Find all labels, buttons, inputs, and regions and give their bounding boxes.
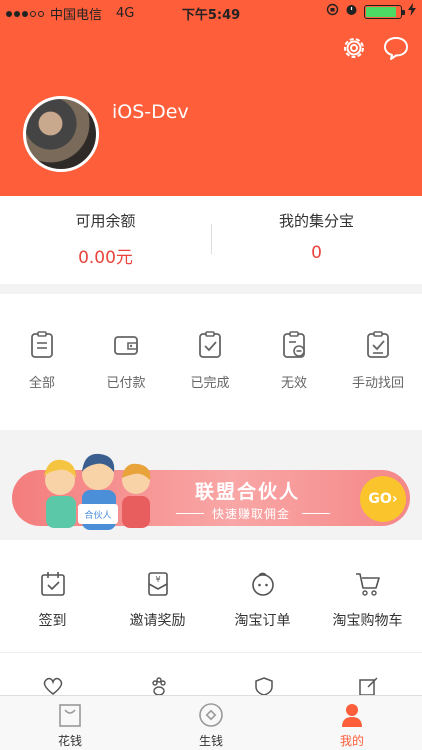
available-balance[interactable]: 可用余额 0.00元 — [0, 210, 211, 268]
clipboard-retrieve-icon — [364, 330, 392, 360]
gear-icon[interactable] — [340, 34, 368, 62]
tools-row-2 — [0, 653, 422, 696]
available-balance-label: 可用余额 — [75, 212, 136, 230]
points-label: 我的集分宝 — [278, 212, 354, 230]
paw-icon[interactable] — [148, 677, 170, 696]
alarm-icon — [345, 3, 358, 20]
partner-sign-text: 合伙人 — [84, 509, 111, 521]
go-label: GO — [368, 491, 392, 507]
order-all-label: 全部 — [28, 376, 55, 391]
calendar-check-icon — [39, 570, 67, 598]
tool-sign-in[interactable]: 签到 — [0, 570, 105, 630]
clipboard-icon — [28, 330, 56, 360]
order-paid[interactable]: 已付款 — [84, 330, 168, 391]
edit-icon[interactable] — [358, 677, 380, 696]
balance-panel: 可用余额 0.00元 我的集分宝 0 — [0, 196, 422, 284]
battery-icon — [364, 4, 405, 19]
order-invalid[interactable]: 无效 — [252, 330, 336, 391]
cart-icon — [354, 570, 382, 598]
tool-taobao-cart-label: 淘宝购物车 — [332, 613, 403, 629]
tab-spend[interactable]: 花钱 — [0, 702, 140, 749]
status-bar: 中国电信 4G 下午5:49 — [0, 0, 422, 24]
banner-line-right — [302, 513, 330, 514]
tool-invite-reward-label: 邀请奖励 — [129, 613, 186, 629]
coin-icon — [198, 702, 224, 728]
order-paid-label: 已付款 — [106, 376, 146, 391]
banner-line-left — [176, 513, 204, 514]
banner-subtitle: 快速赚取佣金 — [212, 507, 291, 521]
tab-mine[interactable]: 我的 — [282, 702, 422, 749]
tab-bar: 花钱 生钱 我的 — [0, 695, 422, 750]
order-all[interactable]: 全部 — [0, 330, 84, 391]
tool-taobao-orders[interactable]: 淘宝订单 — [210, 570, 315, 630]
tab-spend-label: 花钱 — [57, 734, 82, 748]
points-balance[interactable]: 我的集分宝 0 — [211, 210, 422, 263]
username: iOS-Dev — [112, 101, 189, 123]
tool-sign-in-label: 签到 — [38, 613, 67, 629]
tool-taobao-orders-label: 淘宝订单 — [234, 613, 291, 629]
taobao-face-icon — [249, 570, 277, 598]
go-button[interactable]: GO › — [360, 476, 406, 522]
tools-panel: 签到 ¥ 邀请奖励 淘宝订单 淘宝购物车 — [0, 540, 422, 652]
red-envelope-icon: ¥ — [144, 570, 172, 598]
order-retrieve-label: 手动找回 — [351, 376, 404, 391]
message-icon[interactable] — [382, 34, 410, 62]
tool-invite-reward[interactable]: ¥ 邀请奖励 — [105, 570, 210, 630]
points-value: 0 — [311, 243, 322, 263]
order-invalid-label: 无效 — [280, 376, 307, 391]
available-balance-value: 0.00元 — [78, 248, 133, 268]
order-retrieve[interactable]: 手动找回 — [336, 330, 420, 391]
bag-icon — [57, 702, 83, 728]
wallet-icon — [112, 330, 140, 360]
shield-icon[interactable] — [253, 677, 275, 696]
order-completed-label: 已完成 — [190, 376, 230, 391]
tab-earn-label: 生钱 — [198, 734, 223, 748]
banner-title: 联盟合伙人 — [195, 481, 301, 503]
clipboard-minus-icon — [280, 330, 308, 360]
svg-text:¥: ¥ — [155, 575, 160, 584]
tab-mine-label: 我的 — [339, 734, 364, 748]
order-status-panel: 全部 已付款 已完成 无效 手动找回 — [0, 294, 422, 430]
partner-people-illustration: 合伙人 — [44, 453, 151, 530]
heart-icon[interactable] — [42, 677, 64, 695]
order-completed[interactable]: 已完成 — [168, 330, 252, 391]
clipboard-check-icon — [196, 330, 224, 360]
profile-header: 中国电信 4G 下午5:49 iOS-Dev — [0, 0, 422, 196]
lock-rotation-icon — [326, 3, 339, 20]
tool-taobao-cart[interactable]: 淘宝购物车 — [315, 570, 420, 630]
tab-earn[interactable]: 生钱 — [141, 702, 281, 749]
person-icon — [339, 702, 365, 728]
avatar[interactable] — [23, 96, 99, 172]
charging-icon — [408, 3, 416, 20]
